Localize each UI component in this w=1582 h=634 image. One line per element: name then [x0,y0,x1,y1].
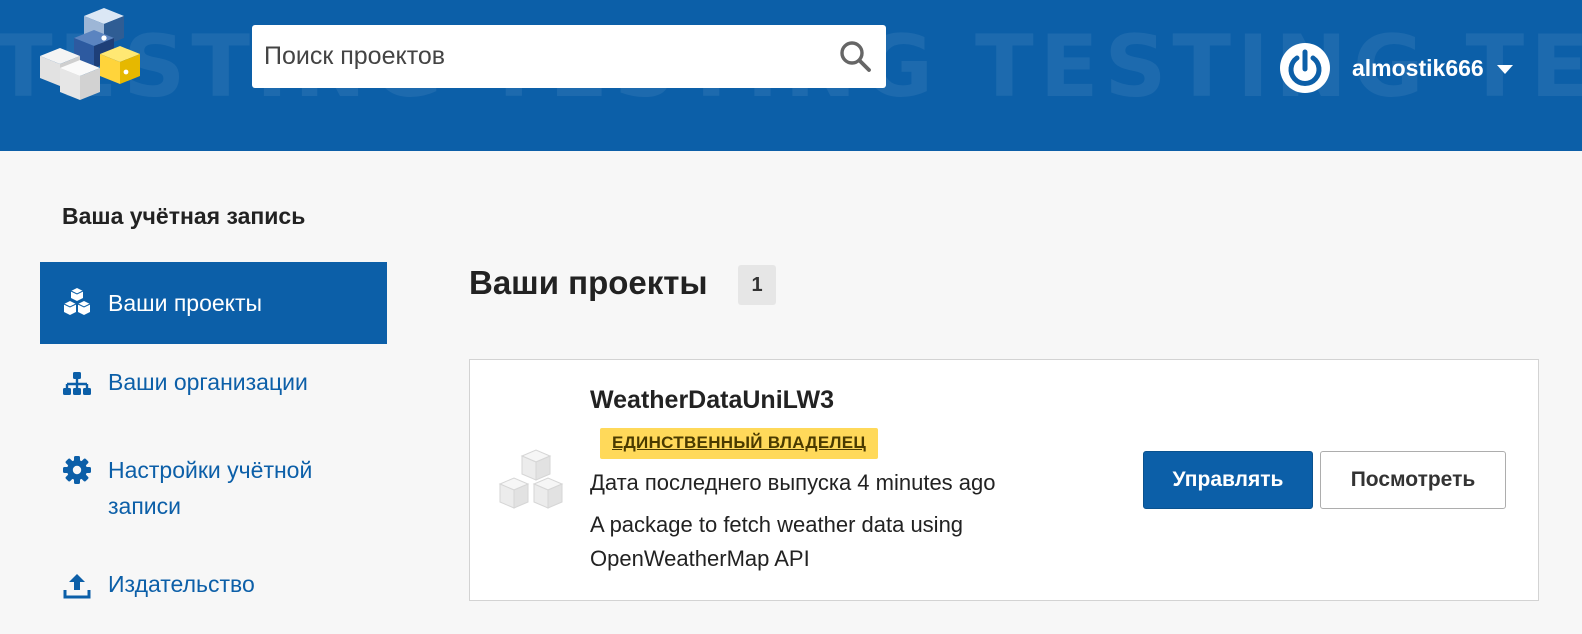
sitemap-icon [63,372,91,395]
search-icon[interactable] [838,39,872,73]
sidebar-item-label: Ваши проекты [108,289,263,316]
package-icon [498,449,564,509]
power-icon [1288,49,1322,86]
sidebar-title: Ваша учётная запись [62,203,306,229]
search-box [252,25,886,88]
manage-button[interactable]: Управлять [1143,451,1313,509]
project-card: WeatherDataUniLW3 ЕДИНСТВЕННЫЙ ВЛАДЕЛЕЦ … [469,359,1539,601]
sole-owner-badge: ЕДИНСТВЕННЫЙ ВЛАДЕЛЕЦ [600,428,879,459]
project-name-link[interactable]: WeatherDataUniLW3 [590,386,834,415]
view-button[interactable]: Посмотреть [1320,451,1506,509]
sidebar-item-account-settings[interactable]: Настройки учётной записи [40,452,387,524]
user-menu[interactable]: almostik666 [1280,42,1513,94]
page-title: Ваши проекты [469,264,708,301]
site-header: TESTING TESTING TESTING TESTING TESTING [0,0,1582,151]
last-release-text: Дата последнего выпуска 4 minutes ago [590,470,996,495]
sidebar-item-organizations[interactable]: Ваши организации [40,369,387,399]
sidebar-item-publishing[interactable]: Издательство [40,571,387,601]
sidebar-item-projects[interactable]: Ваши проекты [40,262,387,344]
sidebar-item-label: Настройки учётной записи [108,457,313,519]
chevron-down-icon [1496,64,1513,74]
gear-icon [63,456,91,484]
project-description: A package to fetch weather data using Op… [590,512,964,571]
upload-icon [63,574,91,599]
sidebar-item-label: Ваши организации [108,369,308,395]
username: almostik666 [1352,54,1484,81]
sidebar-item-label: Издательство [108,571,255,597]
project-count-badge: 1 [738,265,776,305]
cubes-icon [63,288,91,315]
avatar [1280,43,1330,93]
pypi-logo[interactable] [34,8,146,104]
search-input[interactable] [252,25,832,88]
